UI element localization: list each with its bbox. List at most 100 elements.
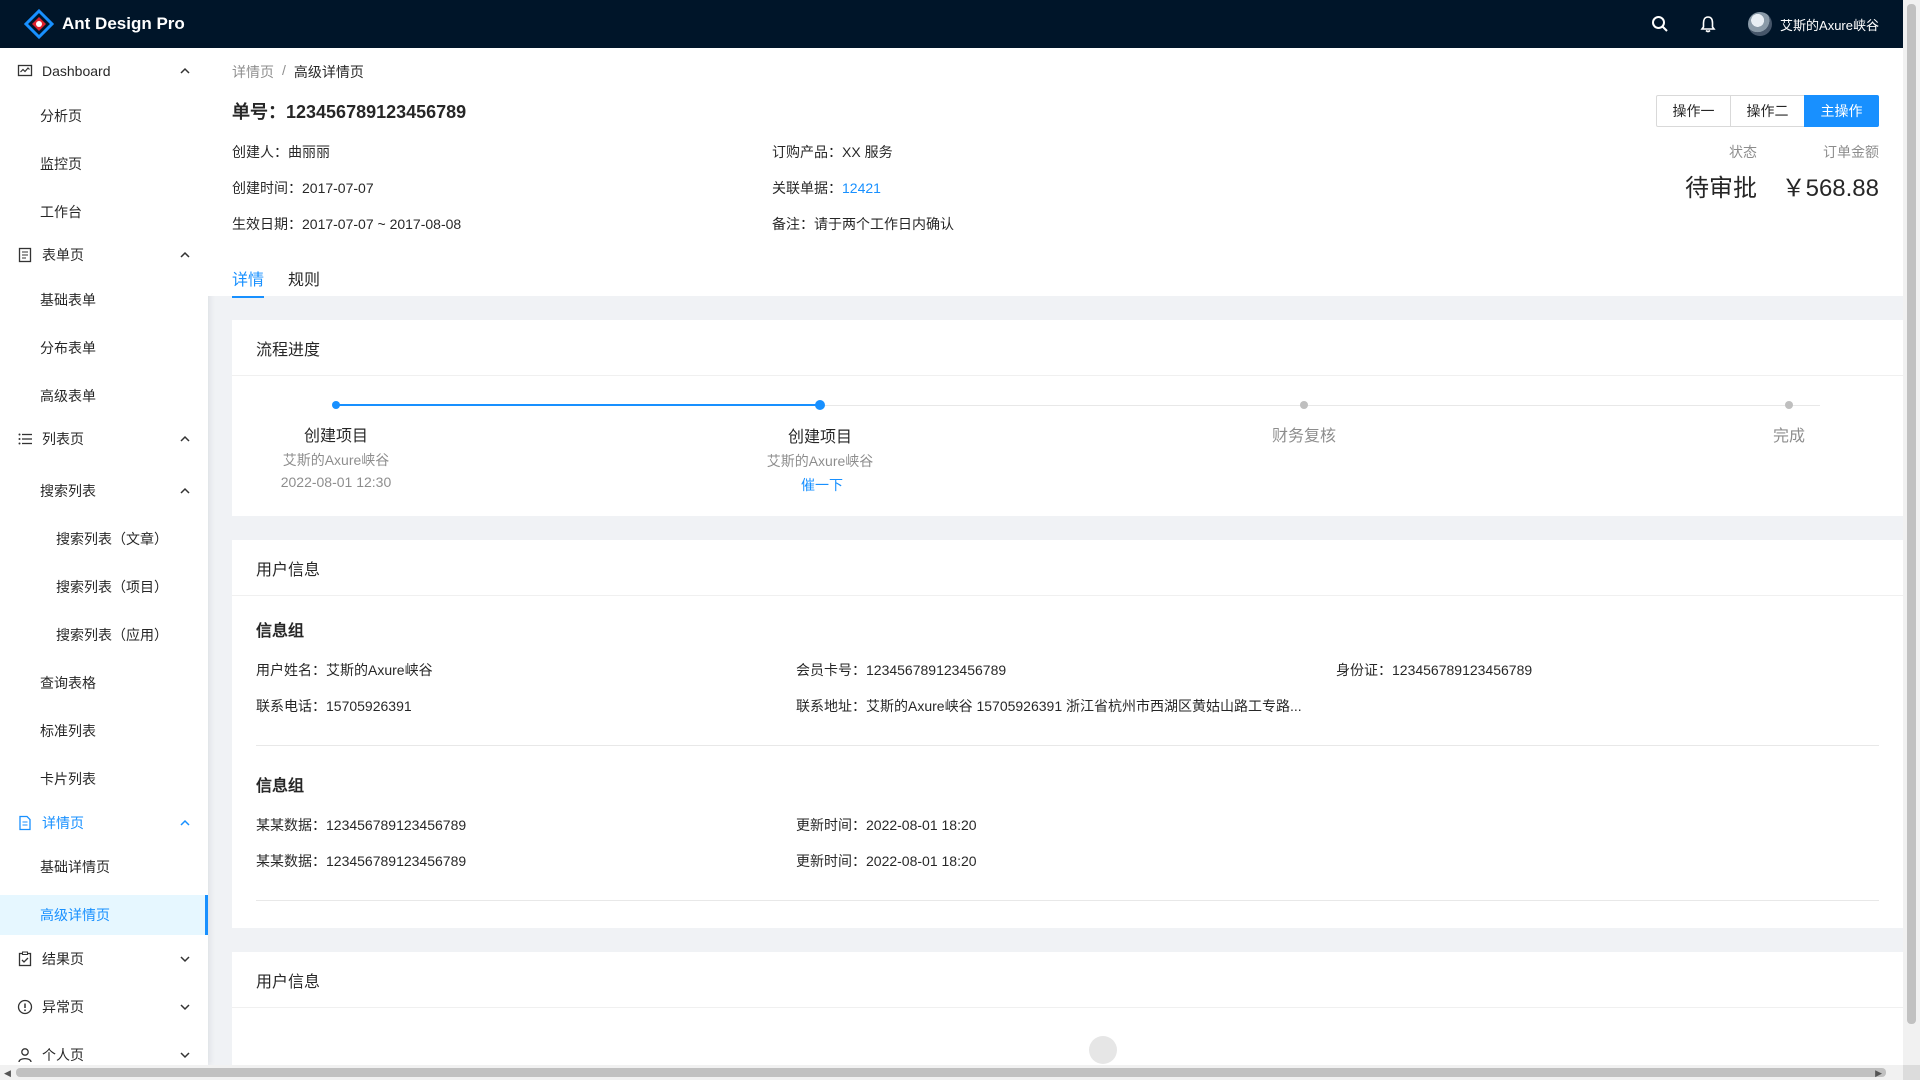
urge-link[interactable]: 催一下 [722, 475, 922, 495]
sidebar-item-label: 列表页 [42, 431, 84, 447]
user-info-card-title: 用户信息 [232, 540, 1903, 596]
scroll-right-arrow-icon[interactable]: ▶ [1875, 1068, 1882, 1079]
sidebar-item-label: 高级表单 [40, 388, 96, 404]
sidebar-item-advanced-profile[interactable]: 高级详情页 [0, 895, 208, 935]
search-icon[interactable] [1636, 0, 1684, 48]
sidebar-item-search-list[interactable]: 搜索列表 [0, 471, 208, 511]
app-logo[interactable]: Ant Design Pro [24, 9, 185, 39]
chevron-down-icon [180, 1052, 190, 1059]
vertical-scrollbar[interactable] [1903, 0, 1920, 1065]
bell-icon[interactable] [1684, 0, 1732, 48]
main-operation-button[interactable]: 主操作 [1804, 95, 1879, 127]
sidebar-item-exception[interactable]: 异常页 [0, 987, 208, 1027]
step-4-dot [1785, 401, 1793, 409]
tab-rules[interactable]: 规则 [288, 266, 320, 298]
chevron-up-icon [180, 487, 190, 494]
progress-card: 流程进度 创建项目 艾斯的Axure峡谷 2022-08-01 12:30 创建… [232, 320, 1903, 516]
step-3-title: 财务复核 [1271, 428, 1336, 445]
sidebar-item-label: 查询表格 [40, 675, 96, 691]
member-card-field: 会员卡号：123456789123456789 [796, 662, 1007, 678]
remark-field: 备注：请于两个工作日内确认 [772, 216, 954, 232]
step-3-dot [1300, 401, 1308, 409]
sidebar-item-dashboard[interactable]: Dashboard [0, 51, 208, 91]
sidebar-item-label: 标准列表 [40, 723, 96, 739]
status-value: 待审批 [1685, 175, 1757, 202]
step-connector-pending [820, 405, 1820, 406]
sidebar-item-form[interactable]: 表单页 [0, 235, 208, 275]
sidebar-item-label: 个人页 [42, 1047, 84, 1063]
breadcrumb-separator: / [282, 62, 286, 78]
info-group-title: 信息组 [256, 623, 305, 640]
scroll-left-arrow-icon[interactable]: ◀ [4, 1068, 11, 1079]
created-time-field: 创建时间：2017-07-07 [232, 180, 374, 196]
sidebar: Dashboard 分析页 监控页 工作台 表单页 基础表单 分布表单 高级表单… [0, 48, 208, 1065]
detail-tabs: 详情 规则 [232, 266, 320, 298]
sidebar-item-basic-list[interactable]: 标准列表 [0, 711, 208, 751]
tab-detail[interactable]: 详情 [232, 266, 265, 298]
data-field: 某某数据：123456789123456789 [256, 817, 467, 833]
sidebar-item-card-list[interactable]: 卡片列表 [0, 759, 208, 799]
chevron-up-icon [180, 251, 190, 258]
sidebar-item-step-form[interactable]: 分布表单 [0, 328, 208, 368]
sidebar-item-label: 详情页 [42, 815, 84, 831]
operation-one-button[interactable]: 操作一 [1656, 95, 1731, 127]
step-4-title: 完成 [1772, 428, 1805, 445]
dashboard-icon [16, 62, 34, 80]
check-clipboard-icon [16, 950, 34, 968]
scrollbar-corner [1903, 1065, 1920, 1080]
amount-label: 订单金额 [1823, 144, 1879, 160]
sidebar-item-search-projects[interactable]: 搜索列表（项目） [0, 567, 208, 607]
user-info-card: 用户信息 信息组 用户姓名：艾斯的Axure峡谷 会员卡号：1234567891… [232, 540, 1903, 928]
related-doc-field: 关联单据：12421 [772, 178, 881, 198]
chevron-up-icon [180, 819, 190, 826]
sidebar-item-analysis[interactable]: 分析页 [0, 96, 208, 136]
breadcrumb-parent-link[interactable]: 详情页 [232, 62, 274, 82]
vertical-scrollbar-thumb[interactable] [1907, 4, 1916, 1024]
chevron-down-icon [180, 1004, 190, 1011]
divider [256, 900, 1879, 901]
horizontal-scrollbar-thumb[interactable] [16, 1068, 1886, 1077]
sidebar-item-result[interactable]: 结果页 [0, 939, 208, 979]
user-menu[interactable]: 艾斯的Axure峡谷 [1748, 12, 1879, 36]
action-button-group: 操作一 操作二 主操作 [1656, 95, 1879, 127]
top-header: Ant Design Pro 艾斯的Axure峡谷 [0, 0, 1903, 48]
sidebar-item-search-apps[interactable]: 搜索列表（应用） [0, 615, 208, 655]
document-icon [16, 814, 34, 832]
sidebar-item-workplace[interactable]: 工作台 [0, 192, 208, 232]
operation-two-button[interactable]: 操作二 [1730, 95, 1805, 127]
sidebar-item-basic-form[interactable]: 基础表单 [0, 280, 208, 320]
status-stat: 状态 待审批 [1685, 142, 1757, 203]
step-2-operator: 艾斯的Axure峡谷 [766, 453, 874, 469]
sidebar-item-label: 表单页 [42, 247, 84, 263]
sidebar-item-search-articles[interactable]: 搜索列表（文章） [0, 519, 208, 559]
sidebar-item-label: 卡片列表 [40, 771, 96, 787]
step-1-title: 创建项目 [303, 428, 368, 445]
sidebar-item-monitor[interactable]: 监控页 [0, 144, 208, 184]
chevron-up-icon [180, 435, 190, 442]
sidebar-item-advanced-form[interactable]: 高级表单 [0, 376, 208, 416]
divider [256, 745, 1879, 746]
amount-value: ￥568.88 [1781, 175, 1879, 202]
avatar [1748, 12, 1773, 36]
sidebar-item-account[interactable]: 个人页 [0, 1035, 208, 1065]
list-icon [16, 430, 34, 448]
sidebar-item-label: 基础详情页 [40, 859, 110, 875]
loading-placeholder-icon [1089, 1036, 1117, 1064]
effective-date-field: 生效日期：2017-07-07 ~ 2017-08-08 [232, 216, 462, 232]
sidebar-item-profile[interactable]: 详情页 [0, 803, 208, 843]
sidebar-item-label: 基础表单 [40, 292, 96, 308]
related-doc-link[interactable]: 12421 [842, 180, 881, 196]
sidebar-item-basic-profile[interactable]: 基础详情页 [0, 847, 208, 887]
amount-stat: 订单金额 ￥568.88 [1782, 142, 1879, 203]
sidebar-item-label: 工作台 [40, 204, 82, 220]
step-1-time: 2022-08-01 12:30 [280, 474, 392, 490]
sidebar-item-list[interactable]: 列表页 [0, 419, 208, 459]
progress-steps: 创建项目 艾斯的Axure峡谷 2022-08-01 12:30 创建项目 艾斯… [232, 376, 1903, 516]
breadcrumb-current: 高级详情页 [293, 64, 364, 80]
horizontal-scrollbar[interactable]: ◀ ▶ [0, 1065, 1903, 1080]
app-title: Ant Design Pro [62, 14, 185, 33]
sidebar-item-table-list[interactable]: 查询表格 [0, 663, 208, 703]
phone-field: 联系电话：15705926391 [256, 698, 412, 714]
chevron-down-icon [180, 956, 190, 963]
page-header: 详情页 / 高级详情页 单号：123456789123456789 创建人：曲丽… [208, 48, 1903, 298]
